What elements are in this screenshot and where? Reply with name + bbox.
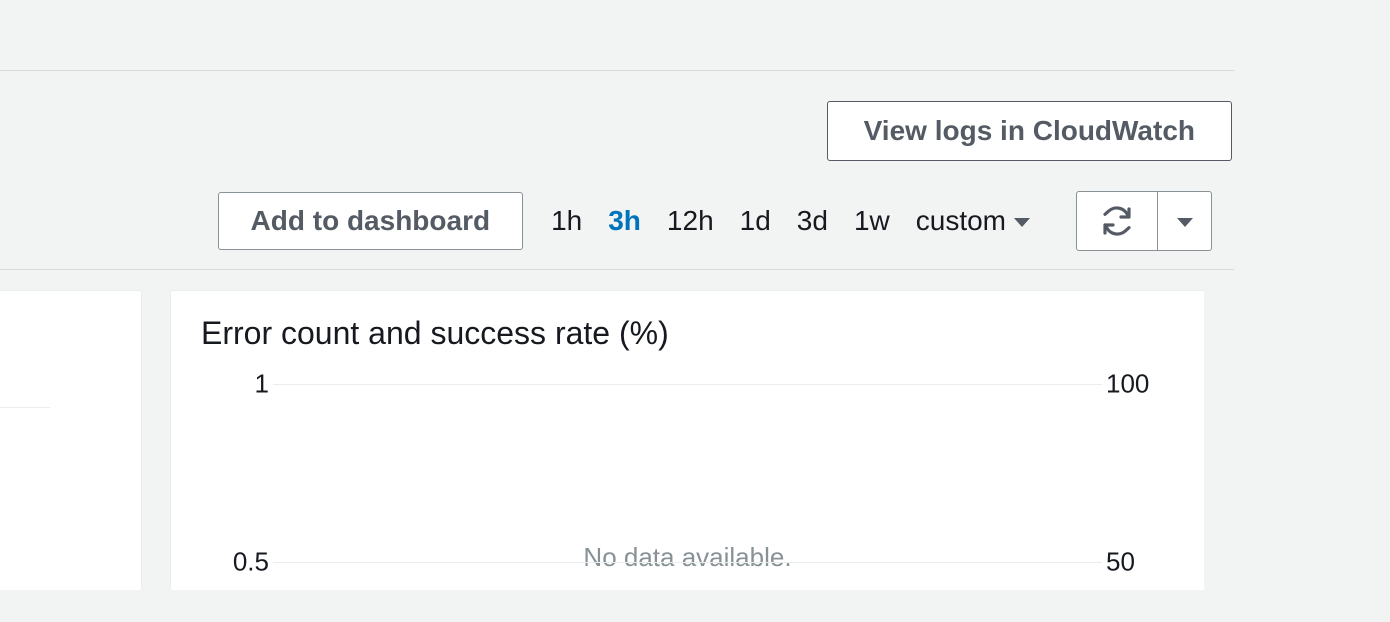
chart-gridline	[273, 562, 1102, 563]
caret-down-icon	[1177, 218, 1193, 227]
time-range-custom-label: custom	[916, 205, 1006, 237]
y-left-tick-0p5: 0.5	[201, 546, 269, 577]
time-range-1w[interactable]: 1w	[854, 205, 890, 237]
time-range-custom[interactable]: custom	[916, 205, 1030, 237]
time-range-12h[interactable]: 12h	[667, 205, 714, 237]
view-logs-button[interactable]: View logs in CloudWatch	[827, 101, 1232, 161]
refresh-icon	[1101, 205, 1133, 237]
panels-row: Error count and success rate (%) 1 100 N…	[0, 270, 1390, 590]
error-success-panel: Error count and success rate (%) 1 100 N…	[170, 290, 1204, 590]
add-to-dashboard-button[interactable]: Add to dashboard	[218, 192, 524, 250]
refresh-button-group	[1076, 191, 1212, 251]
left-panel-gridline	[0, 407, 50, 408]
panel-title: Error count and success rate (%)	[201, 315, 1174, 352]
y-left-tick-1: 1	[201, 368, 269, 399]
chart-no-data-message: No data available.	[201, 542, 1174, 573]
logs-button-row: View logs in CloudWatch	[0, 71, 1390, 161]
error-success-chart: 1 100 No data available. 0.5 50	[201, 374, 1174, 584]
refresh-button[interactable]	[1076, 191, 1158, 251]
y-right-tick-50: 50	[1106, 546, 1174, 577]
time-range-selector: 1h 3h 12h 1d 3d 1w custom	[551, 205, 1030, 237]
time-range-1d[interactable]: 1d	[740, 205, 771, 237]
y-right-tick-100: 100	[1106, 368, 1174, 399]
left-panel-fragment	[0, 290, 142, 590]
top-blank-region	[0, 0, 1390, 70]
time-range-3h[interactable]: 3h	[608, 205, 641, 237]
refresh-options-button[interactable]	[1158, 191, 1212, 251]
time-range-1h[interactable]: 1h	[551, 205, 582, 237]
chart-gridline	[273, 384, 1102, 385]
time-range-3d[interactable]: 3d	[797, 205, 828, 237]
metrics-toolbar: Add to dashboard 1h 3h 12h 1d 3d 1w cust…	[0, 161, 1390, 269]
caret-down-icon	[1014, 218, 1030, 227]
